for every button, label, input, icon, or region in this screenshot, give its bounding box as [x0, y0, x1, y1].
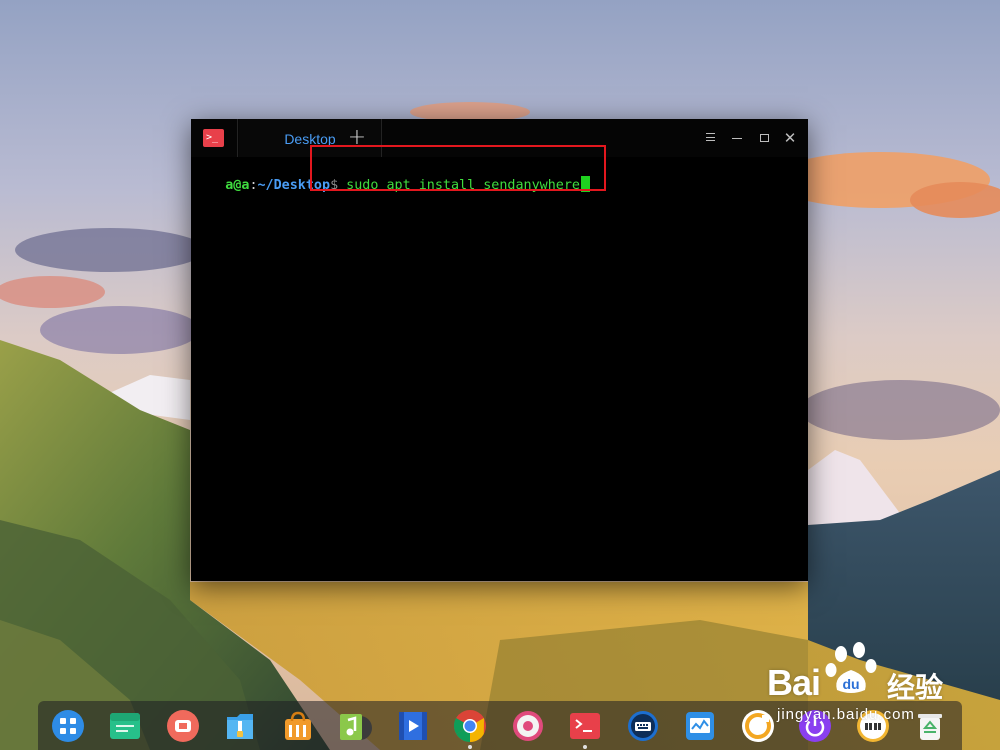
- minimize-button[interactable]: [726, 127, 748, 149]
- close-button[interactable]: ✕: [779, 127, 801, 149]
- video-player-icon[interactable]: [396, 709, 430, 743]
- chrome-browser-icon[interactable]: [453, 709, 487, 743]
- app-store-icon[interactable]: [281, 709, 315, 743]
- music-player-icon[interactable]: [338, 709, 372, 743]
- watermark-baidu-text: Bai: [767, 662, 821, 703]
- text-cursor: [580, 176, 590, 192]
- maximize-button[interactable]: [753, 127, 775, 149]
- prompt-user: a@a: [225, 178, 250, 193]
- terminal-icon[interactable]: [568, 709, 602, 743]
- input-method-icon[interactable]: [626, 709, 660, 743]
- system-monitor-icon[interactable]: [683, 709, 717, 743]
- baidu-watermark: Bai du 经验 jingyan.baidu.com: [765, 636, 995, 726]
- new-tab-button[interactable]: +: [341, 119, 373, 157]
- watermark-site-text: jingyan.baidu.com: [777, 706, 915, 723]
- screen-recorder-icon[interactable]: [166, 709, 200, 743]
- svg-text:du: du: [842, 676, 859, 692]
- hamburger-icon: [705, 133, 715, 141]
- running-indicator: [583, 745, 587, 749]
- typed-command: sudo apt install sendanywhere: [338, 178, 580, 193]
- control-center-icon[interactable]: [511, 709, 545, 743]
- maximize-icon: [759, 134, 769, 142]
- prompt-colon: :: [249, 178, 258, 193]
- watermark-brand-text: 经验: [887, 671, 944, 704]
- terminal-app-icon: >_: [203, 129, 224, 147]
- archive-manager-icon[interactable]: [223, 709, 257, 743]
- terminal-command-line[interactable]: a@a:~/Desktop$ sudo apt install sendanyw…: [193, 158, 590, 213]
- file-manager-icon[interactable]: [108, 709, 142, 743]
- menu-button[interactable]: [699, 127, 721, 149]
- prompt-path: ~/Desktop: [257, 178, 331, 193]
- prompt-dollar: $: [330, 178, 339, 193]
- tab-separator: [381, 119, 382, 157]
- running-indicator: [468, 745, 472, 749]
- launcher-icon[interactable]: [51, 709, 85, 743]
- minimize-icon: [732, 138, 742, 139]
- terminal-window[interactable]: >_ Desktop + ✕ a@a:~/Desktop$ sudo apt i…: [191, 119, 808, 581]
- tab-separator: [237, 119, 238, 157]
- baidu-paw-icon: du: [825, 642, 877, 693]
- terminal-titlebar[interactable]: >_ Desktop + ✕: [191, 119, 808, 157]
